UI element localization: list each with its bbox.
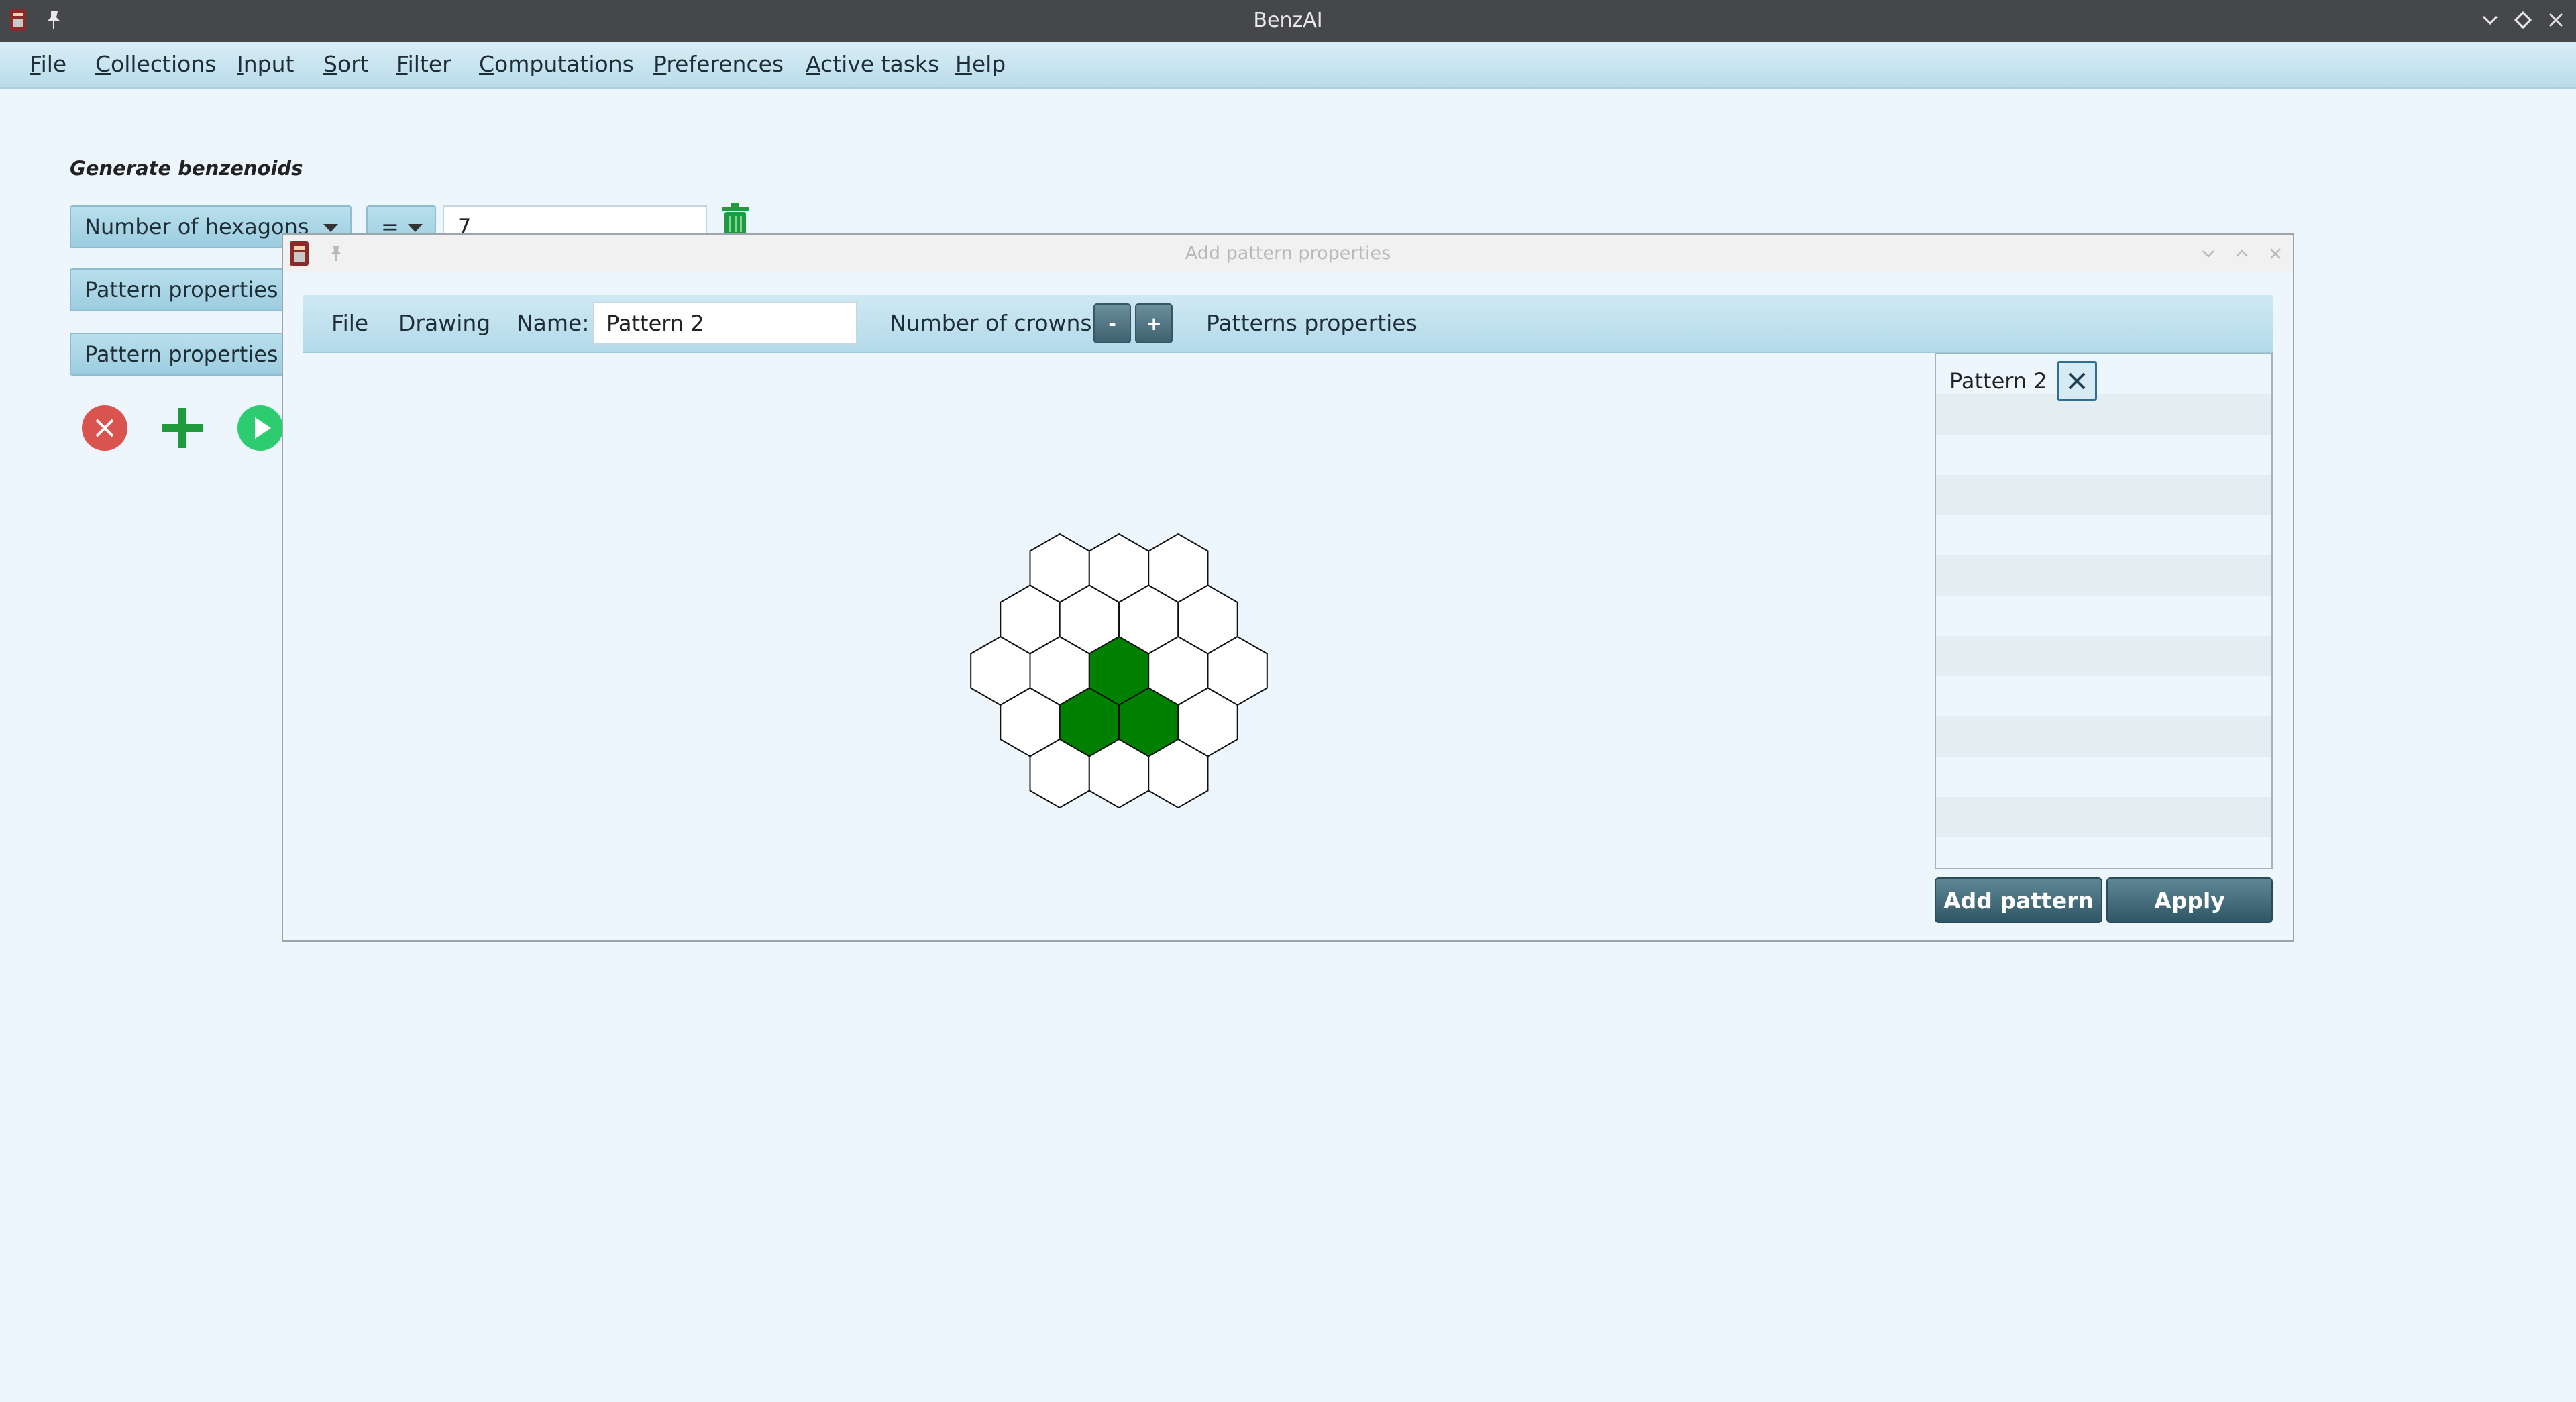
menu-preferences[interactable]: Preferences: [653, 42, 784, 87]
menu-computations[interactable]: Computations: [479, 42, 634, 87]
list-row: [1936, 797, 2271, 837]
chevron-down-icon: [323, 224, 338, 232]
dialog-titlebar: Add pattern properties: [283, 235, 2293, 272]
menu-input[interactable]: Input: [237, 42, 294, 87]
pattern-name-field[interactable]: Pattern 2: [593, 302, 857, 345]
dialog-minimize-icon[interactable]: [2199, 244, 2218, 263]
menu-collections[interactable]: Collections: [95, 42, 216, 87]
add-pattern-dialog: Add pattern properties File Drawing Name…: [282, 233, 2294, 942]
window-titlebar: BenzAI: [0, 0, 2576, 42]
list-row: [1936, 435, 2271, 475]
menu-file[interactable]: File: [30, 42, 66, 87]
pattern-list-item-label[interactable]: Pattern 2: [1949, 354, 2047, 408]
crowns-label: Number of crowns:: [890, 310, 1099, 336]
increase-crowns-button[interactable]: +: [1135, 303, 1173, 343]
decrease-crowns-button[interactable]: -: [1093, 303, 1131, 343]
list-row: [1936, 636, 2271, 676]
remove-pattern-button[interactable]: [2057, 361, 2097, 401]
dialog-toolbar: File Drawing Name: Pattern 2 Number of c…: [303, 295, 2273, 353]
list-row: [1936, 676, 2271, 716]
pattern-properties-button-2[interactable]: Pattern properties: [70, 333, 291, 376]
close-icon: [2068, 372, 2086, 390]
remove-criterion-icon[interactable]: [80, 404, 129, 452]
menu-sort[interactable]: Sort: [323, 42, 369, 87]
menu-active-tasks[interactable]: Active tasks: [806, 42, 939, 87]
dialog-title: Add pattern properties: [1185, 243, 1391, 264]
menu-filter[interactable]: Filter: [396, 42, 451, 87]
trash-icon[interactable]: [719, 203, 751, 237]
chevron-down-icon: [408, 224, 423, 232]
dialog-menu-file[interactable]: File: [331, 295, 368, 352]
menu-bar: File Collections Input Sort Filter Compu…: [0, 42, 2576, 89]
pattern-properties-label-2: Pattern properties: [85, 341, 278, 367]
list-row: [1936, 596, 2271, 636]
list-row: [1936, 515, 2271, 555]
hexagon-grid[interactable]: [303, 353, 1931, 903]
list-row: [1936, 475, 2271, 515]
pattern-properties-label-1: Pattern properties: [85, 277, 278, 303]
add-criterion-icon[interactable]: [158, 404, 207, 452]
pattern-name-value: Pattern 2: [606, 311, 704, 336]
menu-help[interactable]: Help: [955, 42, 1006, 87]
dialog-menu-drawing[interactable]: Drawing: [398, 295, 490, 352]
list-row: [1936, 716, 2271, 757]
list-row: [1936, 757, 2271, 797]
add-pattern-button[interactable]: Add pattern: [1935, 877, 2102, 923]
close-icon[interactable]: [2544, 8, 2568, 32]
patterns-properties-menu[interactable]: Patterns properties: [1206, 295, 1417, 352]
generate-section-title: Generate benzenoids: [70, 157, 303, 180]
pattern-name-label: Name:: [517, 310, 590, 336]
list-row: [1936, 837, 2271, 868]
dialog-maximize-icon[interactable]: [2233, 244, 2251, 263]
apply-button[interactable]: Apply: [2106, 877, 2273, 923]
pattern-properties-button-1[interactable]: Pattern properties: [70, 268, 291, 311]
pattern-list: Pattern 2: [1935, 353, 2273, 869]
run-icon[interactable]: [236, 404, 284, 452]
maximize-icon[interactable]: [2511, 8, 2535, 32]
minimize-icon[interactable]: [2478, 8, 2502, 32]
list-row: [1936, 555, 2271, 596]
criterion-select-value: Number of hexagons: [85, 214, 309, 239]
window-title: BenzAI: [1253, 9, 1323, 32]
pattern-drawing-canvas[interactable]: [303, 353, 1931, 903]
dialog-close-icon[interactable]: [2266, 244, 2285, 263]
